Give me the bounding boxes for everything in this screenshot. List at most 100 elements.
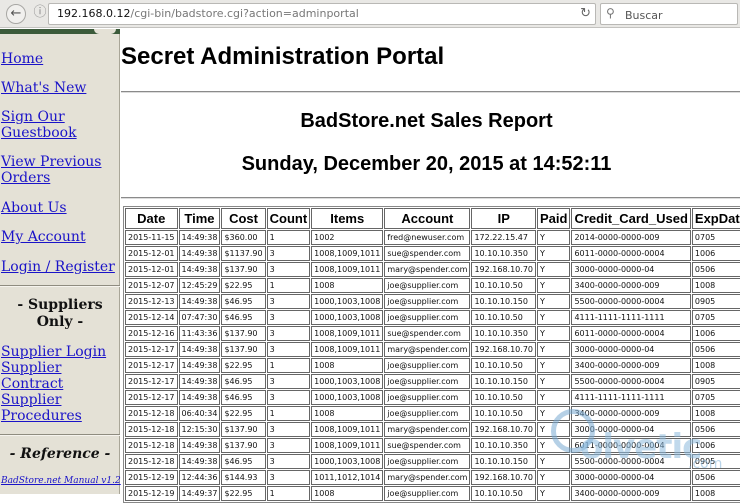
table-cell: joe@supplier.com bbox=[384, 278, 471, 293]
table-cell: joe@supplier.com bbox=[384, 294, 471, 309]
table-cell: 1008 bbox=[691, 406, 740, 421]
table-cell: 1000,1003,1008 bbox=[311, 390, 384, 405]
table-cell: Y bbox=[537, 358, 571, 373]
table-cell: 10.10.10.50 bbox=[471, 406, 536, 421]
main-content: Secret Administration Portal BadStore.ne… bbox=[121, 29, 740, 503]
table-cell: mary@spender.com bbox=[384, 470, 471, 485]
sidebar-link-supplier-login[interactable]: Supplier Login bbox=[1, 344, 106, 360]
table-cell: 1008,1009,1011 bbox=[311, 342, 384, 357]
sidebar-link-supplier-procedures-line2[interactable]: Procedures bbox=[1, 408, 82, 424]
table-cell: 6011-0000-0000-0004 bbox=[571, 246, 691, 261]
sidebar-link-supplier-contract-line1[interactable]: Supplier bbox=[1, 360, 61, 376]
sidebar-link-supplier-contract-line2[interactable]: Contract bbox=[1, 376, 63, 392]
table-cell: 14:49:38 bbox=[178, 230, 221, 245]
table-header-row: Date Time Cost Count Items Account IP Paid Credi… bbox=[125, 208, 740, 229]
table-cell: $137.90 bbox=[221, 262, 266, 277]
address-bar[interactable]: 192.168.0.12/cgi-bin/badstore.cgi?action… bbox=[48, 3, 596, 25]
table-cell: $137.90 bbox=[221, 342, 266, 357]
table-cell: joe@supplier.com bbox=[384, 358, 471, 373]
sidebar-link-manual[interactable]: BadStore.net Manual v1.2 bbox=[1, 476, 121, 486]
column-header: Items bbox=[311, 208, 384, 229]
table-cell: 10.10.10.150 bbox=[471, 454, 536, 469]
page-title: Secret Administration Portal bbox=[121, 43, 445, 70]
table-cell: 10.10.10.50 bbox=[471, 278, 536, 293]
table-cell: 2015-12-01 bbox=[125, 246, 178, 261]
table-cell: 3 bbox=[266, 470, 311, 485]
table-cell: 1008,1009,1011 bbox=[311, 246, 384, 261]
table-cell: 11:43:36 bbox=[178, 326, 221, 341]
table-cell: 3 bbox=[266, 310, 311, 325]
table-row: 2015-12-17 14:49:38 $137.90 3 1008,1009,1011… bbox=[125, 342, 740, 357]
table-cell: 3 bbox=[266, 326, 311, 341]
sidebar-link-guestbook-line1[interactable]: Sign Our bbox=[1, 109, 65, 125]
table-row: 2015-12-17 14:49:38 $46.95 3 1000,1003,1008 j… bbox=[125, 390, 740, 405]
table-row: 2015-12-17 14:49:38 $46.95 3 1000,1003,1008 j… bbox=[125, 374, 740, 389]
reference-heading: - Reference - bbox=[9, 446, 111, 462]
table-cell: 12:15:30 bbox=[178, 422, 221, 437]
sidebar-link-home[interactable]: Home bbox=[1, 51, 43, 67]
table-cell: 0705 bbox=[691, 390, 740, 405]
browser-toolbar: ← ⓘ 192.168.0.12/cgi-bin/badstore.cgi?ac… bbox=[0, 0, 740, 28]
column-header: Credit_Card_Used bbox=[571, 208, 691, 229]
table-cell: 0506 bbox=[691, 262, 740, 277]
sidebar-link-my-account[interactable]: My Account bbox=[1, 229, 86, 245]
sidebar-link-orders-line1[interactable]: View Previous bbox=[1, 154, 101, 170]
table-cell: 0705 bbox=[691, 230, 740, 245]
table-cell: 10.10.10.50 bbox=[471, 310, 536, 325]
back-arrow-icon[interactable]: ← bbox=[6, 4, 26, 24]
sidebar-link-guestbook-line2[interactable]: Guestbook bbox=[1, 125, 77, 141]
table-cell: 1008 bbox=[691, 358, 740, 373]
table-cell: 1008 bbox=[691, 278, 740, 293]
table-cell: $137.90 bbox=[221, 326, 266, 341]
sidebar-link-supplier-procedures-line1[interactable]: Supplier bbox=[1, 392, 61, 408]
sidebar-divider bbox=[0, 434, 120, 436]
table-cell: 1 bbox=[266, 278, 311, 293]
table-cell: 1000,1003,1008 bbox=[311, 374, 384, 389]
sidebar-link-login-register[interactable]: Login / Register bbox=[1, 259, 115, 275]
table-cell: 3 bbox=[266, 374, 311, 389]
table-cell: sue@spender.com bbox=[384, 438, 471, 453]
table-row: 2015-11-15 14:49:38 $360.00 1 1002 fred@newus… bbox=[125, 230, 740, 245]
table-row: 2015-12-16 11:43:36 $137.90 3 1008,1009,1011… bbox=[125, 326, 740, 341]
table-cell: 192.168.10.70 bbox=[471, 342, 536, 357]
table-cell: 0905 bbox=[691, 374, 740, 389]
table-cell: 06:40:34 bbox=[178, 406, 221, 421]
table-cell: Y bbox=[537, 390, 571, 405]
table-cell: 172.22.15.47 bbox=[471, 230, 536, 245]
table-cell: 10.10.10.50 bbox=[471, 358, 536, 373]
table-cell: 3 bbox=[266, 454, 311, 469]
reload-icon[interactable]: ↻ bbox=[580, 6, 591, 21]
table-cell: $46.95 bbox=[221, 294, 266, 309]
table-cell: 1008,1009,1011 bbox=[311, 438, 384, 453]
column-header: Count bbox=[266, 208, 311, 229]
table-cell: 3 bbox=[266, 422, 311, 437]
table-cell: 0905 bbox=[691, 454, 740, 469]
table-cell: 2015-12-17 bbox=[125, 374, 178, 389]
table-cell: 192.168.10.70 bbox=[471, 470, 536, 485]
table-cell: 14:49:38 bbox=[178, 454, 221, 469]
table-cell: mary@spender.com bbox=[384, 422, 471, 437]
table-cell: 6011-0000-0000-0004 bbox=[571, 438, 691, 453]
table-cell: $22.95 bbox=[221, 358, 266, 373]
column-header: Cost bbox=[221, 208, 266, 229]
table-cell: $22.95 bbox=[221, 406, 266, 421]
table-cell: Y bbox=[537, 230, 571, 245]
table-cell: 2015-12-19 bbox=[125, 470, 178, 485]
table-cell: 4111-1111-1111-1111 bbox=[571, 390, 691, 405]
table-cell: 1006 bbox=[691, 246, 740, 261]
table-cell: 2015-12-01 bbox=[125, 262, 178, 277]
search-input[interactable] bbox=[623, 6, 737, 24]
table-cell: Y bbox=[537, 454, 571, 469]
table-cell: 3000-0000-0000-04 bbox=[571, 262, 691, 277]
table-cell: 10.10.10.350 bbox=[471, 326, 536, 341]
sidebar-link-whats-new[interactable]: What's New bbox=[1, 80, 86, 96]
table-cell: sue@spender.com bbox=[384, 326, 471, 341]
table-cell: 6011-0000-0000-0004 bbox=[571, 326, 691, 341]
info-icon[interactable]: ⓘ bbox=[30, 4, 50, 24]
search-box[interactable]: ⚲ bbox=[600, 3, 738, 25]
table-cell: 2015-12-17 bbox=[125, 390, 178, 405]
sidebar-link-orders-line2[interactable]: Orders bbox=[1, 170, 50, 186]
table-cell: 2015-12-17 bbox=[125, 358, 178, 373]
sidebar-link-about-us[interactable]: About Us bbox=[1, 200, 67, 216]
table-cell: Y bbox=[537, 374, 571, 389]
